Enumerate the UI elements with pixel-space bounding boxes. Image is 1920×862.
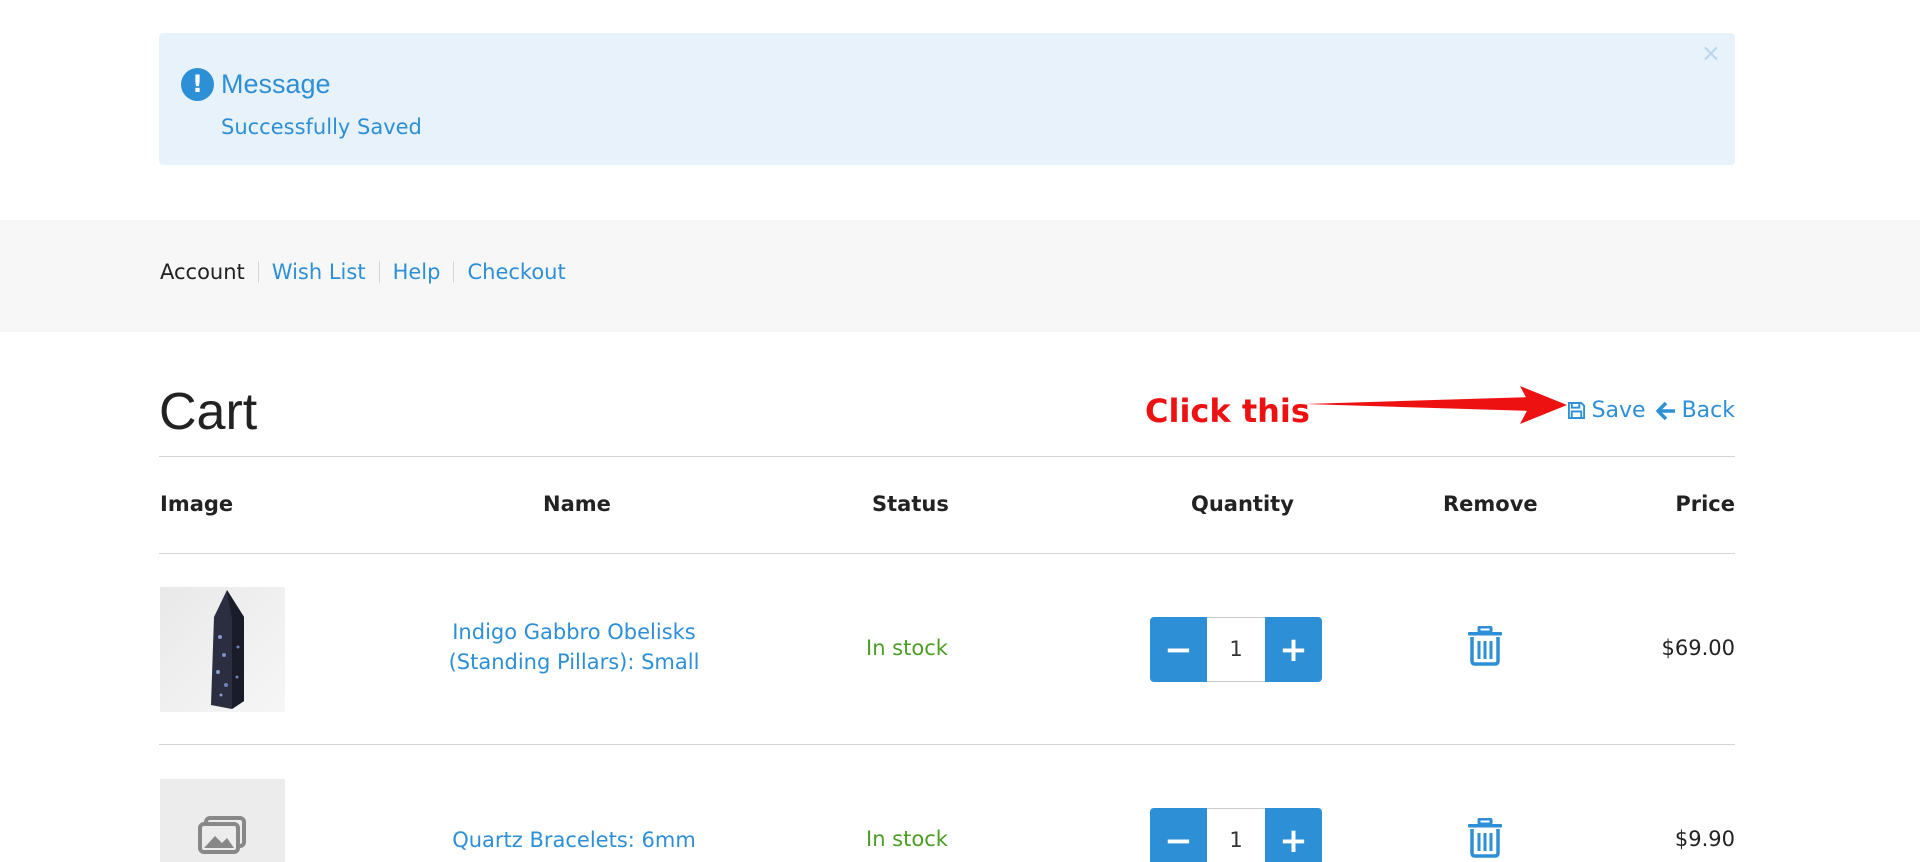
row-divider xyxy=(159,744,1735,745)
image-placeholder-icon xyxy=(198,816,246,854)
back-label: Back xyxy=(1681,398,1735,423)
decrease-quantity-button[interactable]: − xyxy=(1150,808,1207,862)
product-name-link[interactable]: Quartz Bracelets: 6mm xyxy=(424,825,724,855)
quantity-input[interactable]: 1 xyxy=(1207,808,1265,862)
title-divider xyxy=(159,456,1735,457)
stock-status: In stock xyxy=(866,827,948,851)
product-name-link[interactable]: Indigo Gabbro Obelisks (Standing Pillars… xyxy=(424,617,724,677)
account-navbar: Account Wish List Help Checkout xyxy=(0,220,1920,332)
arrow-left-icon xyxy=(1655,401,1675,420)
product-price: $9.90 xyxy=(1674,827,1735,851)
nav-item-help[interactable]: Help xyxy=(393,260,441,284)
column-header-status: Status xyxy=(872,492,949,516)
page-title: Cart xyxy=(159,383,258,441)
product-image[interactable] xyxy=(160,587,285,712)
trash-icon[interactable] xyxy=(1466,626,1504,666)
column-header-quantity: Quantity xyxy=(1191,492,1294,516)
trash-icon[interactable] xyxy=(1466,818,1504,858)
alert-title: Message xyxy=(221,69,331,99)
increase-quantity-button[interactable]: + xyxy=(1265,808,1322,862)
stock-status: In stock xyxy=(866,636,948,660)
product-price: $69.00 xyxy=(1661,636,1735,660)
nav-item-checkout[interactable]: Checkout xyxy=(467,260,565,284)
nav-divider xyxy=(257,261,259,283)
increase-quantity-button[interactable]: + xyxy=(1265,617,1322,682)
header-divider xyxy=(159,553,1735,554)
nav-item-account[interactable]: Account xyxy=(160,260,245,284)
product-name-line: (Standing Pillars): Small xyxy=(448,650,700,674)
decrease-quantity-button[interactable]: − xyxy=(1150,617,1207,682)
floppy-disk-icon xyxy=(1567,401,1585,420)
quantity-input[interactable]: 1 xyxy=(1207,617,1265,682)
save-label: Save xyxy=(1591,398,1646,423)
back-button[interactable]: Back xyxy=(1655,398,1735,423)
exclamation-circle-icon: ! xyxy=(181,68,214,101)
product-image-placeholder[interactable] xyxy=(160,779,285,862)
annotation-label: Click this xyxy=(1145,392,1310,430)
nav-divider xyxy=(378,261,380,283)
success-alert: ! Message Successfully Saved × xyxy=(159,33,1735,165)
annotation-arrow-icon xyxy=(1305,386,1567,424)
column-header-price: Price xyxy=(1675,492,1735,516)
column-header-name: Name xyxy=(543,492,611,516)
quantity-stepper: − 1 + xyxy=(1150,617,1322,682)
nav-item-wish-list[interactable]: Wish List xyxy=(272,260,366,284)
quantity-stepper: − 1 + xyxy=(1150,808,1322,862)
column-header-image: Image xyxy=(160,492,234,516)
alert-message: Successfully Saved xyxy=(221,115,422,139)
column-header-remove: Remove xyxy=(1443,492,1538,516)
close-icon[interactable]: × xyxy=(1701,39,1721,67)
product-name-line: Indigo Gabbro Obelisks xyxy=(452,620,696,644)
save-button[interactable]: Save xyxy=(1567,398,1646,423)
nav-divider xyxy=(453,261,455,283)
